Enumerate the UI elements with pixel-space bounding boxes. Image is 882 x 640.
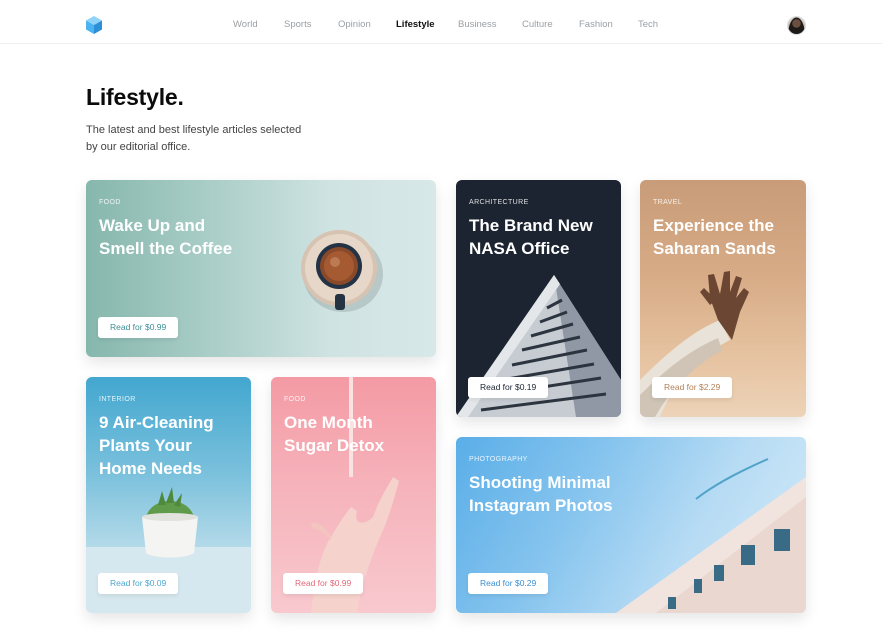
card-title-line-1: Shooting Minimal [469,473,611,492]
card-title-line-1: Wake Up and [99,216,206,235]
card-category: INTERIOR [99,396,136,403]
card-category: PHOTOGRAPHY [469,456,528,463]
card-title: Experience the Saharan Sands [653,214,776,260]
cube-logo-icon[interactable] [86,16,102,34]
article-card-air-cleaning-plants[interactable]: INTERIOR 9 Air-Cleaning Plants Your Home… [86,377,251,613]
card-title-line-2: NASA Office [469,239,570,258]
top-navigation-bar: World Sports Opinion Lifestyle Business … [0,0,882,44]
read-button[interactable]: Read for $0.99 [98,317,179,338]
nav-item-tech[interactable]: Tech [638,19,658,30]
article-card-instagram-photos[interactable]: PHOTOGRAPHY Shooting Minimal Instagram P… [456,437,806,613]
read-button[interactable]: Read for $0.99 [283,573,364,594]
coffee-cup-image [301,230,383,312]
card-title-line-2: Saharan Sands [653,239,776,258]
card-title-line-2: Plants Your [99,436,192,455]
card-title: The Brand New NASA Office [469,214,593,260]
card-title-line-2: Smell the Coffee [99,239,233,258]
card-title: 9 Air-Cleaning Plants Your Home Needs [99,411,214,480]
article-card-saharan-sands[interactable]: TRAVEL Experience the Saharan Sands Read… [640,180,806,417]
nav-item-lifestyle[interactable]: Lifestyle [396,19,435,30]
article-card-coffee[interactable]: FOOD Wake Up and Smell the Coffee Read f… [86,180,436,357]
nav-item-opinion[interactable]: Opinion [338,19,371,30]
card-title: One Month Sugar Detox [284,411,384,457]
nav-item-fashion[interactable]: Fashion [579,19,613,30]
read-button[interactable]: Read for $2.29 [652,377,733,398]
nav-item-world[interactable]: World [233,19,258,30]
read-button[interactable]: Read for $0.19 [468,377,549,398]
card-title-line-1: One Month [284,413,373,432]
card-category: FOOD [99,199,121,206]
read-button[interactable]: Read for $0.29 [468,573,549,594]
card-title-line-1: Experience the [653,216,774,235]
card-title-line-2: Sugar Detox [284,436,385,455]
user-avatar[interactable] [787,16,806,35]
article-card-nasa-office[interactable]: ARCHITECTURE The Brand New NASA Office R… [456,180,621,417]
card-title-line-2: Instagram Photos [469,496,613,515]
card-category: FOOD [284,396,306,403]
nav-item-business[interactable]: Business [458,19,497,30]
card-title: Shooting Minimal Instagram Photos [469,471,613,517]
page-title: Lifestyle. [86,84,184,110]
card-title-line-1: The Brand New [469,216,593,235]
card-title: Wake Up and Smell the Coffee [99,214,232,260]
nav-item-culture[interactable]: Culture [522,19,553,30]
page-subtitle: The latest and best lifestyle articles s… [86,122,316,156]
article-card-sugar-detox[interactable]: FOOD One Month Sugar Detox Read for $0.9… [271,377,436,613]
card-category: TRAVEL [653,199,683,206]
page-subtitle-line-1: The latest and best lifestyle articles s… [86,124,302,136]
read-button[interactable]: Read for $0.09 [98,573,179,594]
card-title-line-3: Home Needs [99,459,202,478]
card-title-line-1: 9 Air-Cleaning [99,413,214,432]
nav-item-sports[interactable]: Sports [284,19,311,30]
page-subtitle-line-2: by our editorial office. [86,141,191,153]
card-category: ARCHITECTURE [469,199,529,206]
